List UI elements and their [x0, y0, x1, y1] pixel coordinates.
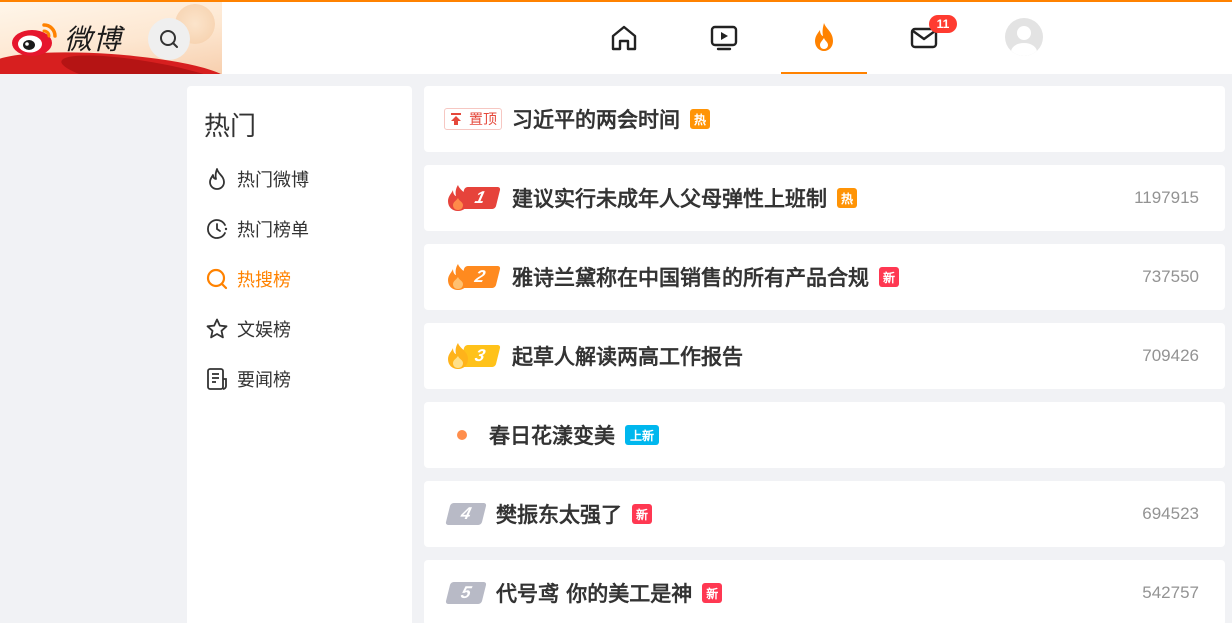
news-icon: [207, 368, 227, 390]
trending-row[interactable]: 1 建议实行未成年人父母弹性上班制 热 1197915: [424, 165, 1225, 231]
avatar[interactable]: [1005, 18, 1043, 56]
logo-text: 微博: [64, 23, 123, 56]
sidebar-item-entertainment[interactable]: 文娱榜: [205, 313, 291, 345]
search-hot-icon: [206, 268, 228, 290]
nav-hot[interactable]: [781, 2, 867, 74]
nav-home[interactable]: [581, 2, 667, 74]
topic-title[interactable]: 代号鸢 你的美工是神: [496, 578, 692, 608]
heat-count: 737550: [1142, 267, 1199, 286]
pin-icon: [445, 109, 467, 129]
new-label: 新: [702, 583, 723, 603]
video-icon: [710, 25, 738, 51]
heat-count: 709426: [1142, 346, 1199, 365]
sidebar-item-label: 文娱榜: [237, 320, 291, 341]
topic-title[interactable]: 建议实行未成年人父母弹性上班制: [512, 183, 827, 213]
rank-flame-icon: [448, 185, 468, 211]
promoted-dot: [457, 430, 467, 440]
new-label: 新: [632, 504, 652, 524]
unread-badge: 11: [929, 15, 957, 33]
topic-title[interactable]: 习近平的两会时间: [512, 104, 680, 134]
search-button[interactable]: [148, 18, 190, 60]
sidebar-item-label: 热门榜单: [237, 220, 309, 241]
trending-row[interactable]: 5 代号鸢 你的美工是神 新 542757: [424, 560, 1225, 623]
trending-row[interactable]: 3 起草人解读两高工作报告 709426: [424, 323, 1225, 389]
sidebar-item-hot-search[interactable]: 热搜榜: [205, 263, 291, 295]
heat-count: 1197915: [1134, 188, 1199, 207]
flame-icon: [815, 23, 833, 51]
sidebar-item-news[interactable]: 要闻榜: [205, 363, 291, 395]
sidebar-item-label: 热门微博: [237, 170, 309, 191]
rank-badge: 3: [444, 342, 501, 370]
weibo-eye-icon: [12, 23, 57, 56]
topic-title[interactable]: 雅诗兰黛称在中国销售的所有产品合规: [512, 262, 869, 292]
rank-number: 5: [445, 582, 487, 604]
topic-title[interactable]: 春日花漾变美: [489, 420, 615, 450]
default-avatar-icon: [1011, 26, 1037, 56]
topic-title[interactable]: 起草人解读两高工作报告: [512, 341, 743, 371]
star-icon: [206, 318, 228, 339]
trending-row[interactable]: 2 雅诗兰黛称在中国销售的所有产品合规 新 737550: [424, 244, 1225, 310]
weibo-logo[interactable]: 微博: [10, 18, 122, 58]
home-icon: [611, 25, 637, 51]
rank-badge: 2: [444, 263, 501, 291]
hot-label: 热: [837, 188, 857, 208]
trending-row[interactable]: 4 樊振东太强了 新 694523: [424, 481, 1225, 547]
rank-flame-icon: [448, 343, 468, 369]
top-nav-bar: 微博 11: [0, 0, 1232, 74]
sidebar: 热门 热门微博 热门榜单 热搜榜 文娱榜 要闻榜: [187, 86, 412, 623]
search-icon: [160, 30, 178, 48]
topic-title[interactable]: 樊振东太强了: [496, 499, 622, 529]
heat-count: 694523: [1142, 504, 1199, 523]
sidebar-item-label: 要闻榜: [237, 370, 291, 391]
up-new-label: 上新: [625, 425, 659, 445]
sidebar-item-hot-lists[interactable]: 热门榜单: [205, 213, 309, 245]
sidebar-item-label: 热搜榜: [237, 270, 291, 291]
rank-number: 4: [445, 503, 487, 525]
pinned-tag-label: 置顶: [469, 112, 497, 128]
promoted-row[interactable]: 春日花漾变美 上新: [424, 402, 1225, 468]
rank-flame-icon: [448, 264, 468, 290]
sidebar-item-hot-weibo[interactable]: 热门微博: [205, 163, 309, 195]
flame-outline-icon: [209, 168, 225, 190]
sidebar-title: 热门: [204, 112, 257, 142]
clock-icon: [207, 219, 228, 239]
pinned-topic-row[interactable]: 置顶 习近平的两会时间 热: [424, 86, 1225, 152]
nav-messages[interactable]: 11: [881, 2, 967, 74]
nav-video[interactable]: [681, 2, 767, 74]
rank-badge: 1: [444, 184, 501, 212]
heat-count: 542757: [1142, 583, 1199, 602]
hot-label: 热: [690, 109, 710, 129]
pinned-tag: 置顶: [444, 108, 502, 130]
new-label: 新: [879, 267, 899, 287]
